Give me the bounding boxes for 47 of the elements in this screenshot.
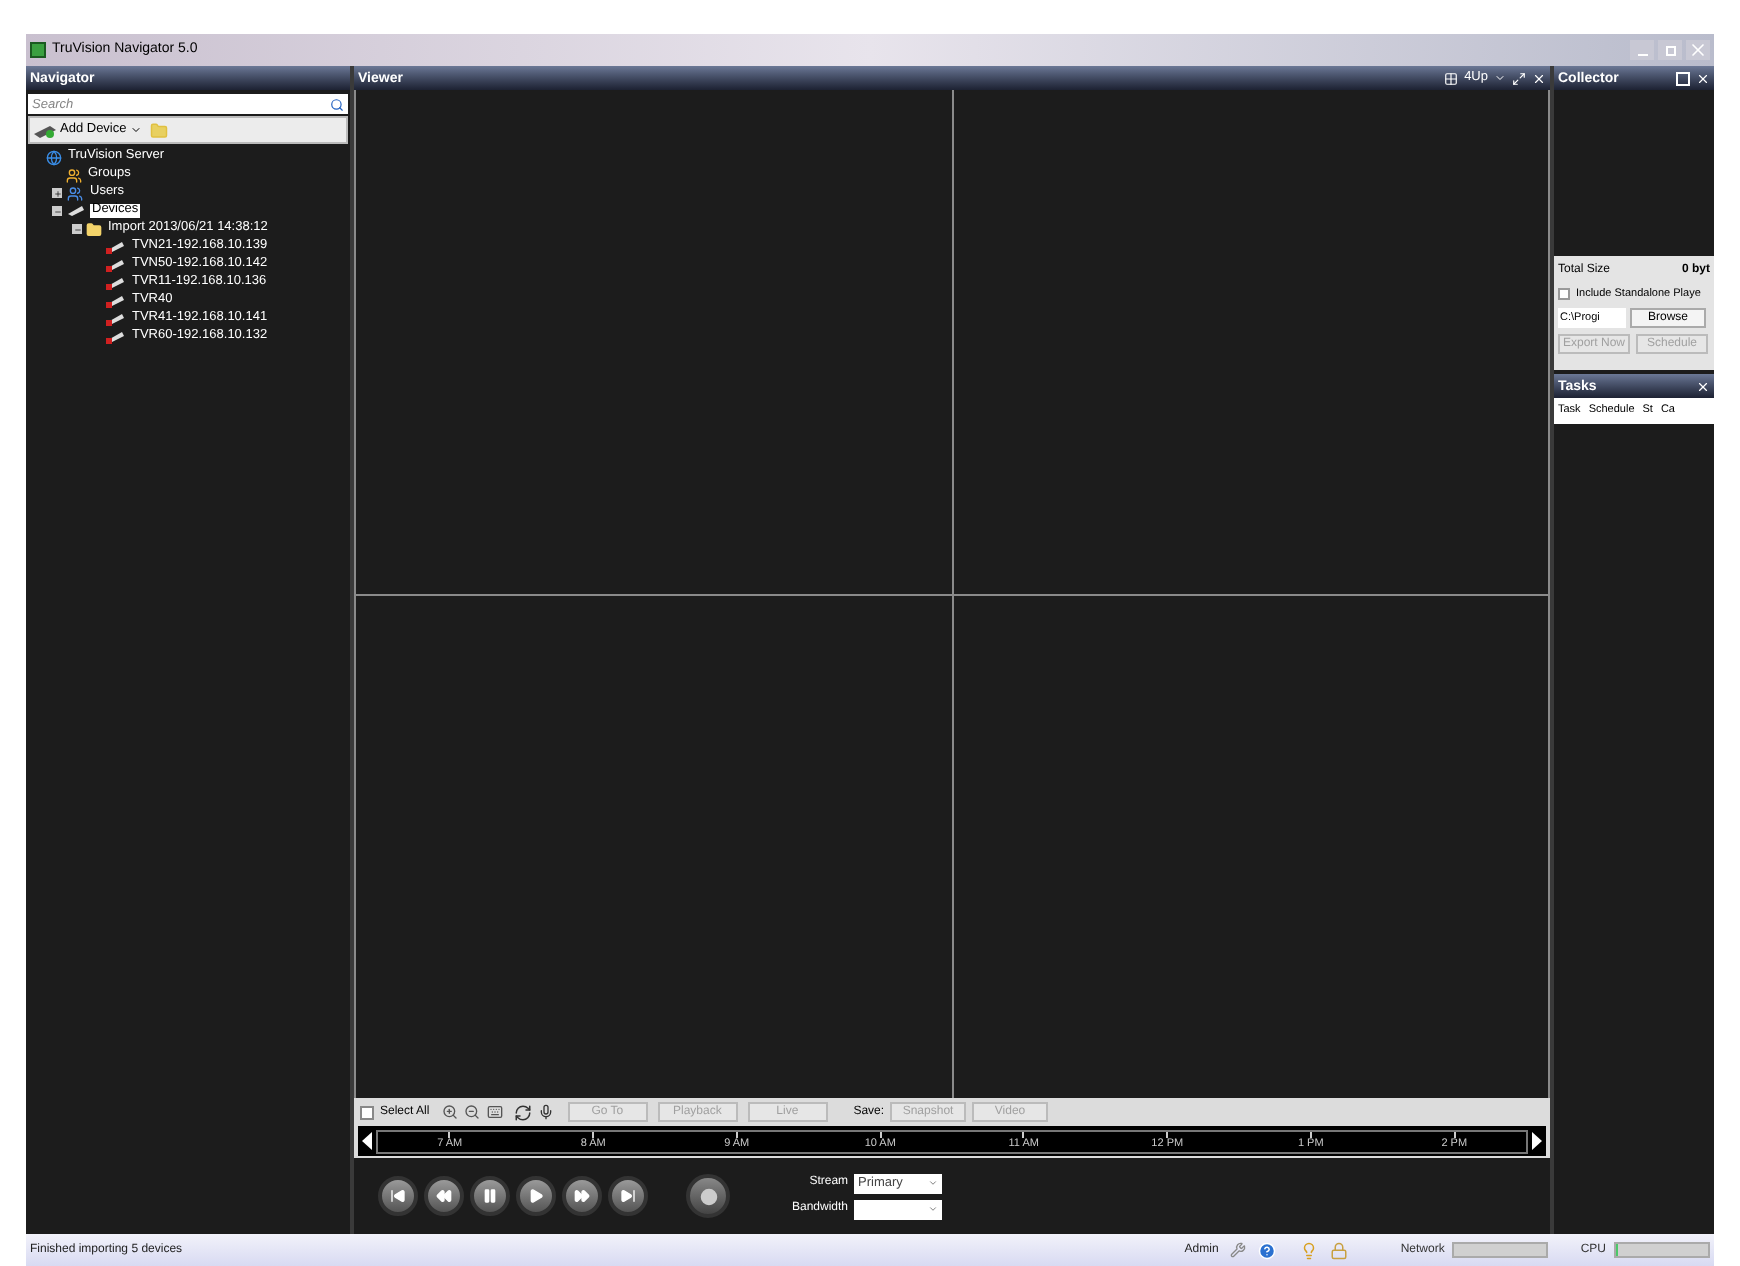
close-icon[interactable] [1696, 71, 1710, 85]
record-icon [699, 1187, 717, 1205]
skip-forward-icon [620, 1188, 636, 1204]
checkbox[interactable] [1558, 288, 1570, 301]
app-icon [30, 42, 46, 58]
usage-meter [1452, 1242, 1549, 1258]
refresh-icon[interactable] [513, 1103, 532, 1121]
video-tile[interactable] [356, 90, 951, 593]
search-icon[interactable] [330, 97, 344, 111]
skip-back-icon [390, 1188, 406, 1204]
video-tile[interactable] [953, 90, 1548, 593]
zoom-out-icon[interactable] [463, 1104, 480, 1120]
bandwidth-select[interactable] [854, 1199, 943, 1219]
caret-icon [928, 1204, 939, 1214]
grid-icon[interactable] [1444, 71, 1459, 85]
maximize-icon[interactable] [1512, 71, 1526, 85]
playback-button[interactable] [378, 1176, 418, 1216]
help-icon[interactable] [1258, 1241, 1277, 1259]
left-arrow-icon[interactable] [362, 1132, 372, 1150]
play-icon [528, 1188, 544, 1204]
checkbox-icon[interactable] [1676, 71, 1690, 85]
wrench-icon[interactable] [1230, 1242, 1247, 1258]
playback-button[interactable] [424, 1176, 464, 1216]
microphone-icon[interactable] [537, 1104, 554, 1120]
right-arrow-icon[interactable] [1532, 1132, 1542, 1150]
keyboard-icon[interactable] [485, 1104, 504, 1120]
video-tile[interactable] [953, 595, 1548, 1098]
caret-icon[interactable] [130, 124, 143, 136]
video-tile[interactable] [356, 595, 951, 1098]
playback-button[interactable] [562, 1176, 602, 1216]
zoom-in-icon[interactable] [441, 1104, 458, 1120]
playback-button[interactable] [516, 1176, 556, 1216]
playback-button[interactable] [470, 1176, 510, 1216]
expand-icon[interactable] [52, 188, 62, 198]
globe-icon [46, 149, 62, 165]
close-icon[interactable] [1532, 71, 1546, 85]
folder-icon [86, 221, 102, 237]
pause-icon [482, 1188, 498, 1204]
fast-forward-icon [574, 1188, 590, 1204]
checkbox[interactable] [360, 1105, 374, 1119]
device-icon [34, 123, 56, 137]
record-button[interactable] [686, 1174, 730, 1218]
playback-button[interactable] [608, 1176, 648, 1216]
rewind-icon [436, 1188, 452, 1204]
caret-icon[interactable] [1494, 72, 1506, 84]
caret-icon [928, 1178, 939, 1188]
close-icon[interactable] [1696, 379, 1710, 393]
